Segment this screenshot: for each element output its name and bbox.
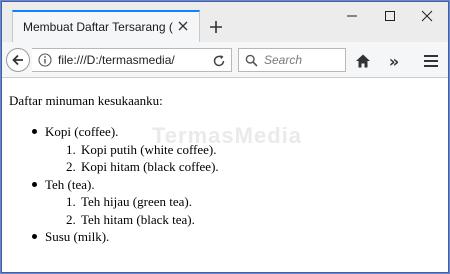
hamburger-menu-icon	[424, 55, 438, 67]
bullet	[32, 234, 37, 239]
bullet	[32, 181, 37, 187]
search-placeholder: Search	[264, 53, 303, 67]
close-icon	[421, 10, 433, 22]
intro-text: Daftar minuman kesukaanku:	[9, 93, 163, 108]
list-item: Teh (tea).	[2, 176, 302, 194]
item-number: 2.	[66, 211, 76, 227]
sub-list-item-label: Kopi putih (white coffee).	[81, 141, 217, 157]
reload-icon	[213, 55, 225, 67]
minimize-icon	[347, 15, 357, 17]
url-text[interactable]: file:///D:/termasmedia/	[58, 53, 190, 67]
plus-icon	[210, 21, 222, 33]
reload-button[interactable]	[211, 53, 227, 69]
sub-list-item-label: Kopi hitam (black coffee).	[81, 159, 219, 174]
sub-list-item: 2. Kopi hitam (black coffee).	[2, 158, 302, 176]
item-number: 2.	[66, 159, 76, 174]
minimize-button[interactable]	[337, 4, 367, 28]
list-item: Susu (milk).	[2, 228, 302, 246]
list-item: Kopi (coffee).	[2, 123, 302, 141]
menu-button[interactable]	[420, 50, 442, 72]
home-icon	[356, 54, 370, 68]
page-content: TermasMedia Daftar minuman kesukaanku: K…	[2, 79, 448, 272]
list-item-label: Kopi (coffee).	[45, 124, 119, 139]
sub-list-item: 1. Kopi putih (white coffee).	[2, 141, 302, 159]
bullet	[32, 129, 37, 134]
sub-list-item-label: Teh hijau (green tea).	[81, 194, 192, 209]
list-item-label: Teh (tea).	[45, 176, 95, 192]
sub-list-item: 2. Teh hitam (black tea).	[2, 211, 302, 229]
back-button[interactable]	[6, 48, 30, 72]
info-icon[interactable]	[38, 53, 52, 67]
tab-active[interactable]: Membuat Daftar Tersarang (N…	[12, 10, 200, 42]
new-tab-button[interactable]	[205, 16, 227, 38]
item-number: 1.	[66, 194, 76, 209]
home-button[interactable]	[352, 50, 374, 72]
close-window-button[interactable]	[412, 4, 442, 28]
maximize-button[interactable]	[375, 4, 405, 28]
sub-list-item-label: Teh hitam (black tea).	[81, 211, 195, 227]
title-bar: Membuat Daftar Tersarang (N…	[2, 2, 448, 42]
list-item-label: Susu (milk).	[45, 229, 110, 244]
search-icon	[245, 54, 258, 67]
sub-list-item: 1. Teh hijau (green tea).	[2, 193, 302, 211]
back-arrow-icon	[12, 54, 23, 66]
navigation-toolbar: file:///D:/termasmedia/ Search »	[2, 42, 448, 78]
chevron-double-right-icon: »	[388, 51, 400, 71]
tab-title: Membuat Daftar Tersarang (N…	[23, 20, 173, 34]
maximize-icon	[385, 11, 395, 21]
url-bar[interactable]: file:///D:/termasmedia/	[32, 48, 232, 72]
item-number: 1.	[66, 141, 76, 157]
search-input[interactable]: Search	[238, 48, 346, 72]
close-icon[interactable]	[175, 18, 191, 34]
more-tools-button[interactable]: »	[383, 50, 405, 72]
browser-window: Membuat Daftar Tersarang (N… file:///D:/…	[1, 1, 449, 273]
drink-list: Kopi (coffee). 1. Kopi putih (white coff…	[2, 123, 302, 246]
